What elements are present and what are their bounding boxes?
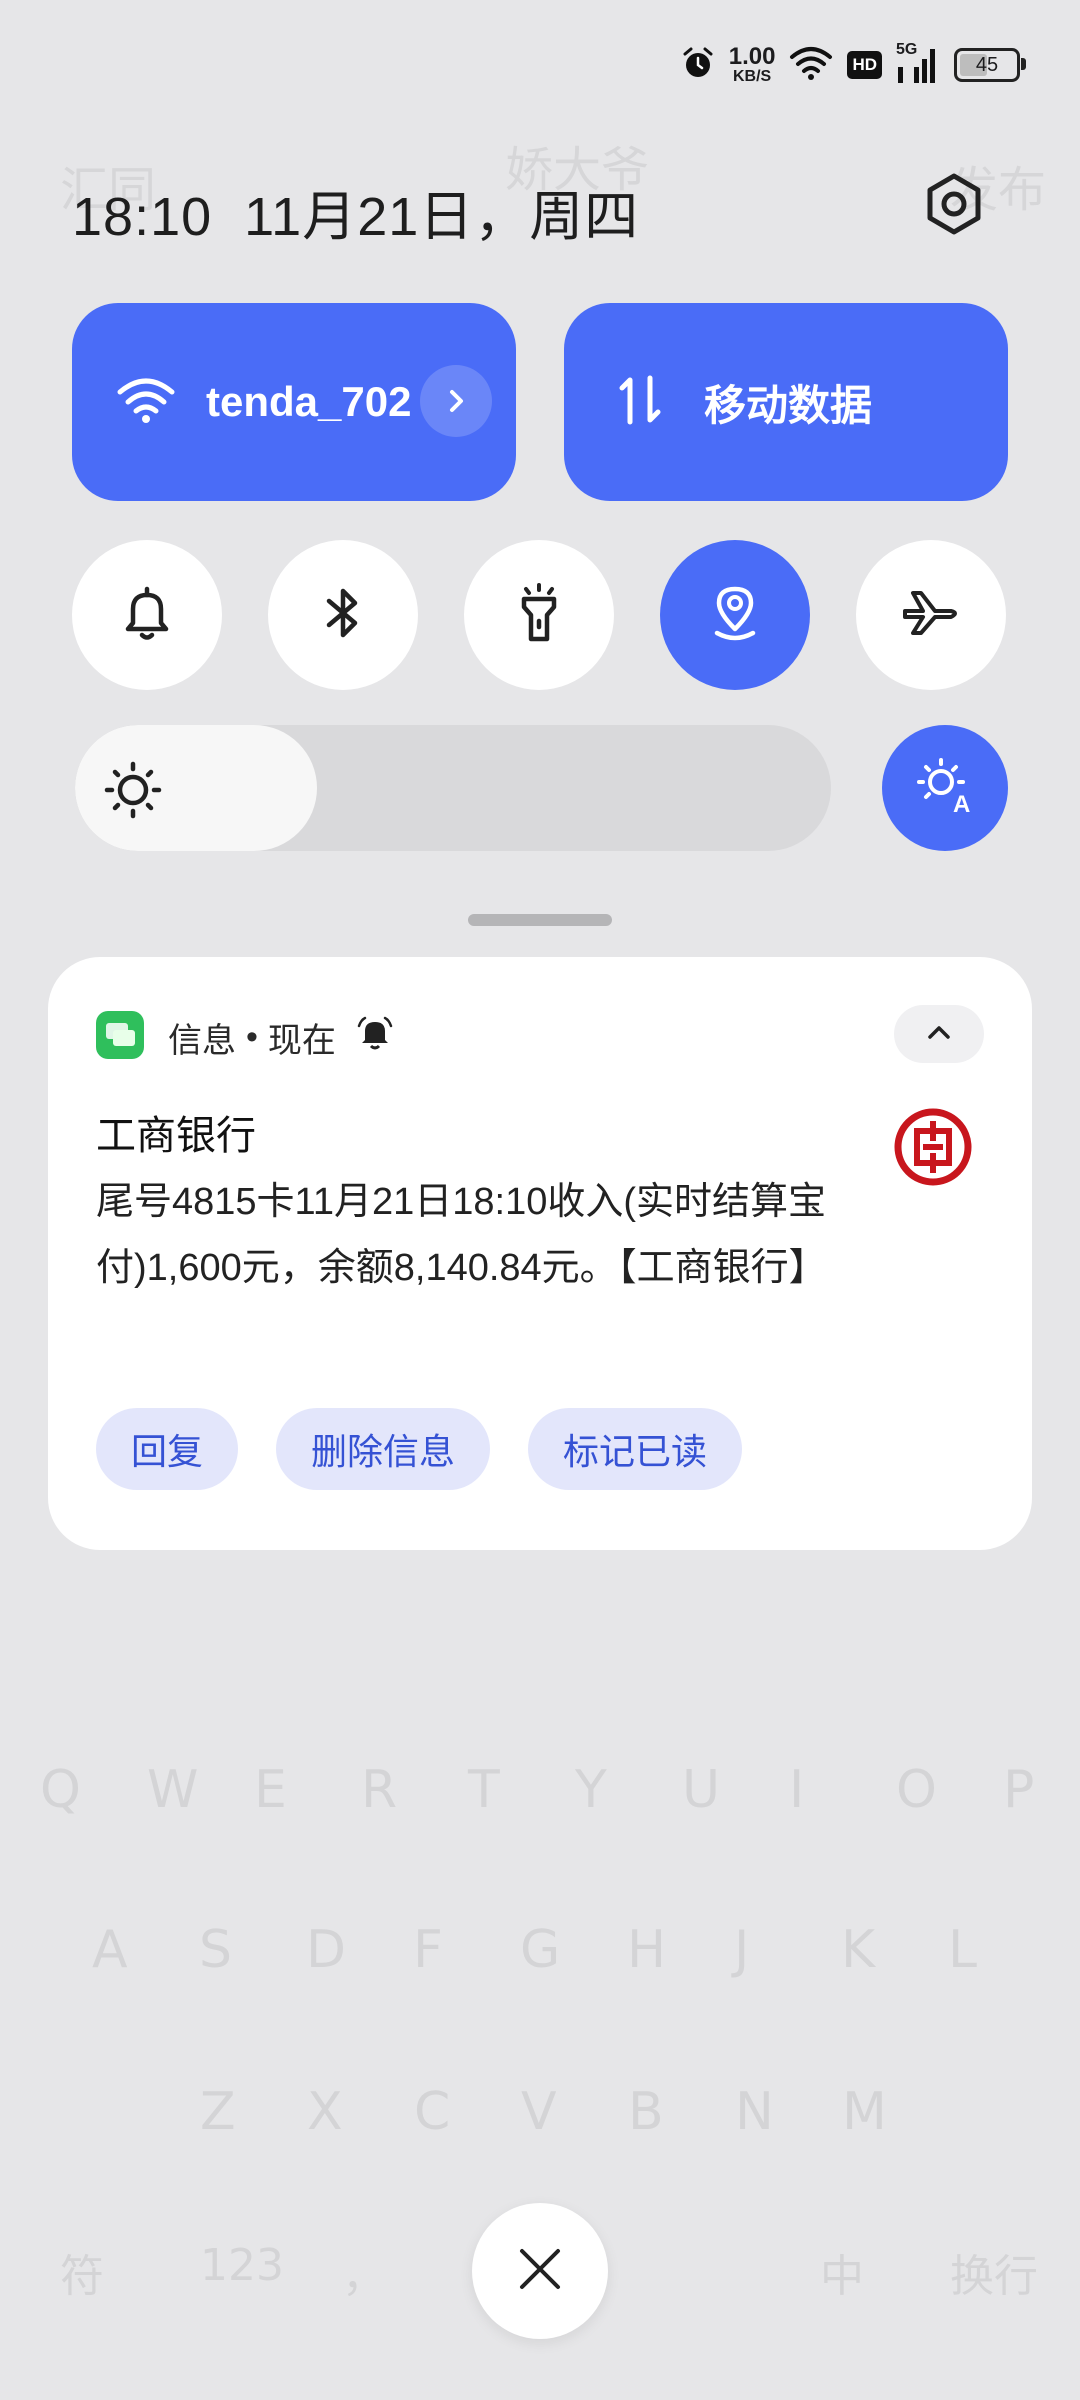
battery-icon: 45 (954, 48, 1026, 82)
speed-value: 1.00 (728, 43, 776, 70)
bg-key: P (1003, 1760, 1035, 1820)
icbc-logo-icon (893, 1107, 973, 1187)
bg-key: Z (200, 2082, 236, 2142)
bg-key: V (521, 2082, 557, 2142)
shade-drag-handle[interactable] (468, 914, 612, 926)
bg-key: B (628, 2082, 664, 2142)
clock-time: 18:10 (72, 187, 213, 247)
bg-key: N (735, 2082, 774, 2142)
bg-key: 符 (60, 2251, 104, 2302)
bluetooth-icon (321, 583, 365, 648)
wifi-network-name: tenda_702 (206, 378, 412, 425)
network-type: 5G (896, 41, 918, 58)
sun-icon (103, 760, 163, 825)
location-pin-icon (707, 581, 763, 650)
svg-text:A: A (953, 791, 970, 818)
bg-key: W (147, 1760, 199, 1820)
data-arrows-icon (616, 374, 664, 431)
date-time: 18:10 11月21日，周四 (72, 172, 639, 251)
app-name: 信息 (168, 1022, 236, 1060)
toggle-bluetooth[interactable] (268, 540, 418, 690)
bg-key: 换行 (950, 2251, 1038, 2302)
bg-key: K (841, 1920, 876, 1980)
delete-message-button[interactable]: 删除信息 (276, 1408, 490, 1490)
bg-key: H (627, 1920, 667, 1980)
bg-key: I (789, 1760, 805, 1820)
message-body: 尾号4815卡11月21日18:10收入(实时结算宝付)1,600元，余额8,1… (96, 1181, 827, 1289)
signal-icon: 5G (896, 41, 940, 85)
auto-brightness-icon: A (913, 754, 977, 823)
toggle-sound[interactable] (72, 540, 222, 690)
close-icon (516, 2245, 564, 2298)
toggle-flashlight[interactable] (464, 540, 614, 690)
wifi-icon (789, 45, 833, 86)
speed-unit: KB/S (732, 68, 772, 85)
collapse-button[interactable] (894, 1005, 984, 1063)
chevron-up-icon (926, 1023, 952, 1046)
toggle-airplane-mode[interactable] (856, 540, 1006, 690)
alarm-icon (681, 46, 715, 85)
bg-key: U (682, 1760, 721, 1820)
bg-key: E (254, 1760, 287, 1820)
bg-key: F (413, 1920, 443, 1980)
bg-key: 123 (200, 2240, 284, 2291)
wifi-detail-chevron-icon[interactable] (420, 365, 492, 437)
notification-time: 现在 (267, 1022, 336, 1060)
bg-key: C (414, 2082, 451, 2142)
wifi-icon (116, 376, 176, 429)
toggle-location[interactable] (660, 540, 810, 690)
message-sender: 工商银行 (96, 1114, 256, 1158)
mobile-data-tile[interactable]: 移动数据 (564, 303, 1008, 501)
bg-key: M (842, 2082, 887, 2142)
bg-key: A (92, 1920, 128, 1980)
close-button[interactable] (472, 2203, 608, 2339)
bg-key: R (361, 1760, 398, 1820)
settings-gear-icon[interactable] (922, 172, 986, 236)
messages-app-icon (96, 1011, 144, 1059)
header-separator: • (246, 1018, 258, 1056)
mark-read-button[interactable]: 标记已读 (528, 1408, 742, 1490)
bell-icon (119, 583, 175, 648)
flashlight-icon (514, 581, 564, 650)
notification-card[interactable]: 信息 • 现在 工商银行 尾号4815卡11月21日18:10收入(实时结算宝付… (48, 957, 1032, 1550)
network-speed: 1.00 KB/S (729, 45, 776, 85)
airplane-icon (899, 585, 963, 646)
reply-button[interactable]: 回复 (96, 1408, 238, 1490)
hd-badge: HD (847, 51, 882, 79)
status-bar: 1.00 KB/S HD 5G 45 (681, 40, 1026, 90)
bg-key: T (468, 1760, 500, 1820)
mobile-data-label: 移动数据 (704, 381, 873, 429)
date-label: 11月21日，周四 (244, 187, 640, 247)
bg-key: J (734, 1920, 750, 1980)
bg-key: O (896, 1760, 937, 1820)
battery-level: 45 (975, 53, 999, 76)
bg-key: 中 (820, 2251, 864, 2302)
bg-key: X (307, 2082, 343, 2142)
alert-bell-icon (356, 1014, 394, 1061)
brightness-slider[interactable] (75, 725, 831, 851)
bg-key: S (199, 1920, 233, 1980)
notification-header: 信息 • 现在 (168, 1013, 394, 1062)
bg-key: ， (342, 2251, 386, 2302)
bg-key: L (948, 1920, 977, 1980)
auto-brightness-toggle[interactable]: A (882, 725, 1008, 851)
bg-key: G (520, 1920, 561, 1980)
bg-key: D (306, 1920, 347, 1980)
bg-key: Q (40, 1760, 81, 1820)
bg-key: Y (575, 1760, 607, 1820)
wifi-tile[interactable]: tenda_702 (72, 303, 516, 501)
